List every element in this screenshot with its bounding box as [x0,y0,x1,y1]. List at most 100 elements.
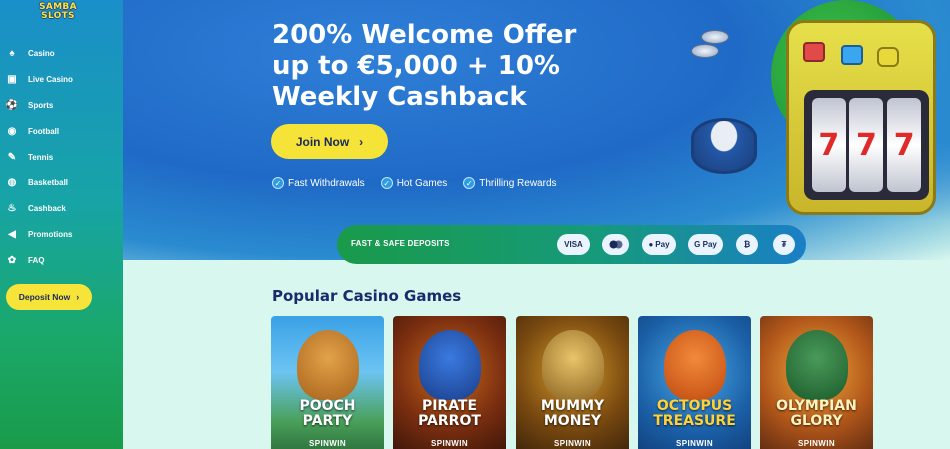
sidebar-item-casino[interactable]: ♠ Casino [6,41,121,67]
game-title: OLYMPIAN GLORY [760,399,873,429]
chevron-right-icon: › [76,292,80,302]
deposit-now-button[interactable]: Deposit Now › [6,284,92,310]
game-title: PIRATE PARROT [393,399,506,429]
sidebar-item-label: Football [28,126,60,136]
megaphone-icon: ◀ [8,228,16,240]
sidebar-item-football[interactable]: ◉ Football [6,118,121,144]
game-title-line: PIRATE [421,398,478,414]
deposit-now-label: Deposit Now [18,292,71,302]
sidebar-nav: ♠ Casino ▣ Live Casino ⚽ Sports ◉ Footba… [6,41,121,273]
game-card-pooch-party[interactable]: POOCH PARTY SPINWIN [271,316,384,449]
sports-icon: ⚽ [5,99,19,111]
google-pay-icon: G Pay [688,234,723,255]
faq-icon: ✿ [7,254,17,266]
sidebar-item-label: Sports [28,100,54,110]
sidebar-item-live-casino[interactable]: ▣ Live Casino [6,67,121,93]
zeus-icon [785,330,848,400]
visa-icon: VISA [557,234,590,255]
feature-item: ✓ Fast Withdrawals [272,177,365,189]
game-card-octopus-treasure[interactable]: OCTOPUS TREASURE SPINWIN [638,316,751,449]
game-card-pirate-parrot[interactable]: PIRATE PARROT SPINWIN [393,316,506,449]
casino-icon: ♠ [9,48,15,60]
check-icon: ✓ [380,177,393,189]
reel-seven-icon: 7 [849,98,884,192]
sidebar-item-cashback[interactable]: ♨ Cashback [6,196,121,222]
sidebar-item-label: Live Casino [28,75,73,85]
bitcoin-icon: ₿ [736,234,758,255]
game-title-line: GLORY [790,413,843,429]
game-title: POOCH PARTY [271,399,384,429]
mastercard-icon [602,234,629,255]
apple-pay-label: Pay [655,240,670,249]
drum-icon [691,118,757,174]
sidebar-item-basketball[interactable]: ◍ Basketball [6,170,121,196]
football-icon: ◉ [7,125,17,137]
dog-icon [296,330,359,400]
game-title-line: OCTOPUS [656,398,733,414]
game-provider: SPINWIN [797,439,836,448]
cashback-icon: ♨ [7,203,17,215]
slot-button-shape [803,42,825,62]
game-title-line: PARROT [418,413,481,429]
join-now-button[interactable]: Join Now › [271,124,388,159]
parrot-icon [418,330,481,400]
sidebar: SAMBA SLOTS ♠ Casino ▣ Live Casino ⚽ Spo… [0,0,123,449]
mastercard-circles [609,240,622,249]
sidebar-item-faq[interactable]: ✿ FAQ [6,247,121,273]
chevron-right-icon: › [359,134,364,149]
basketball-icon: ◍ [7,177,17,189]
game-provider: SPINWIN [308,439,347,448]
coin-shape [691,44,719,58]
deposits-bar: FAST & SAFE DEPOSITS VISA ● Pay G Pay ₿ … [337,225,806,264]
game-card-mummy-money[interactable]: MUMMY MONEY SPINWIN [516,316,629,449]
hero-title: 200% Welcome Offer up to €5,000 + 10% We… [272,20,577,112]
slot-reels: 7 7 7 [804,90,929,200]
feature-label: Thrilling Rewards [479,177,557,189]
live-casino-icon: ▣ [7,74,17,86]
sidebar-item-tennis[interactable]: ✎ Tennis [6,144,121,170]
game-provider: SPINWIN [430,439,469,448]
game-card-olympian-glory[interactable]: OLYMPIAN GLORY SPINWIN [760,316,873,449]
deposits-title: FAST & SAFE DEPOSITS [351,239,450,248]
sidebar-item-label: Basketball [28,178,69,188]
reel-seven-icon: 7 [887,98,922,192]
sidebar-item-label: Casino [28,49,55,59]
popular-games-title: Popular Casino Games [272,287,462,305]
sidebar-item-label: Cashback [28,204,66,214]
coin-shape [701,30,729,44]
tether-icon: ₮ [773,234,795,255]
sidebar-item-label: FAQ [28,255,45,265]
feature-label: Hot Games [396,177,448,189]
logo-line2: SLOTS [41,11,75,21]
apple-pay-icon: ● Pay [642,234,676,255]
octopus-icon [663,330,726,400]
sidebar-item-label: Tennis [28,152,54,162]
check-icon: ✓ [463,177,476,189]
join-now-label: Join Now [295,134,350,149]
mummy-icon [541,330,604,400]
game-title: OCTOPUS TREASURE [638,399,751,429]
check-icon: ✓ [272,177,284,189]
sidebar-item-sports[interactable]: ⚽ Sports [6,93,121,119]
slot-button-shape [877,47,899,67]
game-title-line: MONEY [543,413,602,429]
sidebar-item-label: Promotions [28,229,73,239]
apple-logo-icon: ● [648,240,654,249]
tennis-icon: ✎ [7,151,17,163]
game-title-line: MUMMY [540,398,605,414]
hero-banner: 200% Welcome Offer up to €5,000 + 10% We… [123,0,950,260]
slot-machine-illustration: 7 7 7 [671,0,950,230]
game-provider: SPINWIN [553,439,592,448]
game-title-line: TREASURE [653,413,736,429]
game-title-line: POOCH [299,398,356,414]
game-title-line: OLYMPIAN [776,398,857,414]
sidebar-item-promotions[interactable]: ◀ Promotions [6,222,121,248]
hero-features: ✓ Fast Withdrawals ✓ Hot Games ✓ Thrilli… [272,177,557,189]
game-title-line: PARTY [302,413,353,429]
brand-logo[interactable]: SAMBA SLOTS [30,2,86,22]
game-title: MUMMY MONEY [516,399,629,429]
slot-button-shape [841,45,863,65]
feature-item: ✓ Hot Games [380,177,448,189]
game-provider: SPINWIN [675,439,714,448]
reel-seven-icon: 7 [811,98,846,192]
